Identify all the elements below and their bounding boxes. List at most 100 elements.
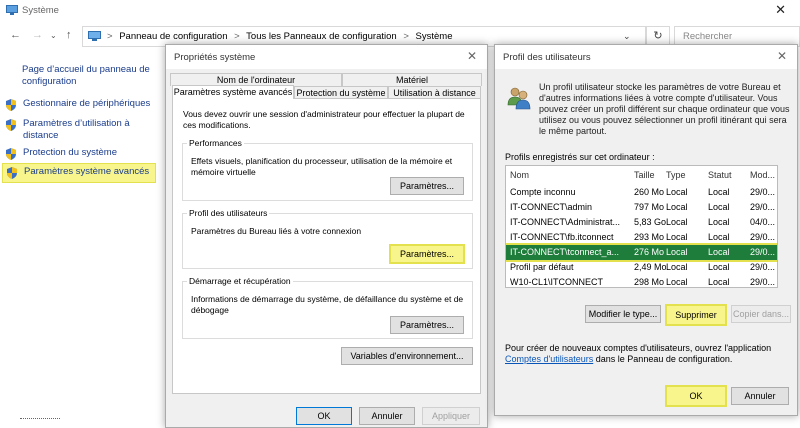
window-close-icon[interactable]: ✕: [775, 2, 786, 18]
profile-name-cell: IT-CONNECT\tconnect_a...: [510, 247, 620, 257]
profile-status-cell: Local: [708, 217, 730, 227]
column-header-status[interactable]: Statut: [708, 168, 732, 183]
advanced-tab-panel: Vous devez ouvrir une session d'administ…: [172, 98, 481, 394]
profile-modified-cell: 04/0...: [750, 217, 776, 227]
control-panel-home-link[interactable]: Page d’accueil du panneau de configurati…: [22, 64, 152, 88]
profile-status-cell: Local: [708, 187, 730, 197]
footer-text-start: Pour créer de nouveaux comptes d'utilisa…: [505, 343, 772, 353]
up-arrow-icon[interactable]: ↑: [66, 29, 72, 41]
system-app-icon: [6, 5, 18, 15]
breadcrumb-item-system[interactable]: Système: [416, 31, 453, 42]
profile-name-cell: W10-CL1\ITCONNECT: [510, 277, 604, 287]
profile-size-cell: 5,83 Go: [634, 217, 666, 227]
column-header-type[interactable]: Type: [666, 168, 686, 183]
startup-recovery-group: Démarrage et récupération Informations d…: [182, 276, 473, 339]
left-nav-pane: Page d’accueil du panneau de configurati…: [0, 50, 162, 428]
profile-name-cell: IT-CONNECT\fb.itconnect: [510, 232, 614, 242]
dialog-title-bar: Profil des utilisateurs ✕: [495, 45, 797, 69]
profiles-listview[interactable]: Nom Taille Type Statut Mod... Compte inc…: [505, 165, 778, 288]
tab-hardware[interactable]: Matériel: [342, 73, 482, 86]
profile-name-cell: Compte inconnu: [510, 187, 576, 197]
users-icon: [507, 87, 531, 110]
group-label: Démarrage et récupération: [187, 276, 293, 286]
profile-row[interactable]: Compte inconnu 260 Mo Local Local 29/0...: [506, 185, 777, 200]
profile-size-cell: 298 Mo: [634, 277, 665, 287]
apply-button[interactable]: Appliquer: [422, 407, 480, 425]
ok-button[interactable]: OK: [296, 407, 352, 425]
column-header-name[interactable]: Nom: [510, 168, 529, 183]
close-icon[interactable]: ✕: [467, 49, 477, 63]
profile-type-cell: Local: [666, 247, 688, 257]
admin-notice: Vous devez ouvrir une session d'administ…: [183, 109, 465, 130]
profile-row[interactable]: IT-CONNECT\admin 797 Mo Local Local 29/0...: [506, 200, 777, 215]
user-profiles-settings-button[interactable]: Paramètres...: [389, 244, 465, 264]
user-accounts-link[interactable]: Comptes d'utilisateurs: [505, 354, 593, 364]
group-description: Effets visuels, planification du process…: [191, 156, 453, 177]
address-dropdown-icon[interactable]: ⌄: [623, 31, 631, 42]
dialog-title-bar: Propriétés système ✕: [166, 45, 487, 69]
dialog-title: Profil des utilisateurs: [503, 52, 591, 63]
user-profiles-dialog: Profil des utilisateurs ✕ Un profil util…: [494, 44, 798, 416]
profile-row[interactable]: W10-CL1\ITCONNECT 298 Mo Local Local 29/0...: [506, 275, 777, 287]
sidebar-item-advanced-settings[interactable]: Paramètres système avancés: [2, 163, 157, 183]
cancel-button[interactable]: Annuler: [731, 387, 789, 405]
close-icon[interactable]: ✕: [777, 49, 787, 63]
footer-text-end: dans le Panneau de configuration.: [595, 354, 733, 364]
profile-modified-cell: 29/0...: [750, 187, 776, 197]
profile-status-cell: Local: [708, 262, 730, 272]
profile-row[interactable]: IT-CONNECT\Administrat... 5,83 Go Local Loc…: [506, 215, 777, 230]
profile-status-cell: Local: [708, 202, 730, 212]
delete-profile-button[interactable]: Supprimer: [665, 304, 727, 326]
system-properties-dialog: Propriétés système ✕ Nom de l'ordinateur…: [165, 44, 488, 428]
recent-dropdown-icon[interactable]: ⌄: [50, 31, 57, 40]
startup-settings-button[interactable]: Paramètres...: [390, 316, 464, 334]
breadcrumb-item-all-panels[interactable]: Tous les Panneaux de configuration: [246, 31, 397, 42]
shield-icon: [6, 148, 16, 160]
profile-size-cell: 2,49 Mo: [634, 262, 666, 272]
breadcrumb-item-control-panel[interactable]: Panneau de configuration: [119, 31, 227, 42]
group-description: Paramètres du Bureau liés à votre connex…: [191, 226, 362, 236]
back-arrow-icon[interactable]: ←: [10, 29, 21, 41]
sidebar-item-system-protection[interactable]: Protection du système: [4, 147, 117, 161]
column-header-modified[interactable]: Mod...: [750, 168, 775, 183]
dialog-title: Propriétés système: [174, 52, 256, 63]
profile-status-cell: Local: [708, 277, 730, 287]
sidebar-item-device-manager[interactable]: Gestionnaire de périphériques: [4, 98, 150, 112]
copy-to-button[interactable]: Copier dans...: [731, 305, 791, 323]
breadcrumb-separator-icon: >: [107, 31, 113, 42]
performance-settings-button[interactable]: Paramètres...: [390, 177, 464, 195]
profiles-footer: Pour créer de nouveaux comptes d'utilisa…: [505, 343, 790, 365]
profile-status-cell: Local: [708, 232, 730, 242]
modify-type-button[interactable]: Modifier le type...: [585, 305, 661, 323]
group-label: Performances: [187, 138, 244, 148]
shield-icon: [7, 167, 17, 179]
profile-row[interactable]: Profil par défaut 2,49 Mo Local Local 29/0..…: [506, 260, 777, 275]
profile-size-cell: 260 Mo: [634, 187, 665, 197]
profile-type-cell: Local: [666, 262, 688, 272]
profile-name-cell: IT-CONNECT\Administrat...: [510, 217, 621, 227]
profile-name-cell: Profil par défaut: [510, 262, 574, 272]
profile-size-cell: 276 Mo: [634, 247, 665, 257]
user-profiles-group: Profil des utilisateurs Paramètres du Bu…: [182, 208, 473, 269]
profile-type-cell: Local: [666, 277, 688, 287]
forward-arrow-icon[interactable]: →: [32, 29, 43, 41]
ok-button[interactable]: OK: [665, 385, 727, 407]
profile-size-cell: 797 Mo: [634, 202, 665, 212]
group-label: Profil des utilisateurs: [187, 208, 270, 218]
sidebar-item-label: Paramètres système avancés: [24, 166, 150, 177]
sidebar-item-remote-settings[interactable]: Paramètres d’utilisation à distance: [4, 118, 154, 142]
cancel-button[interactable]: Annuler: [359, 407, 415, 425]
tab-advanced[interactable]: Paramètres système avancés: [172, 85, 294, 99]
window-title-bar: Système ✕: [0, 0, 800, 22]
environment-variables-button[interactable]: Variables d'environnement...: [341, 347, 473, 365]
column-header-size[interactable]: Taille: [634, 168, 655, 183]
shield-icon: [6, 99, 16, 111]
sidebar-item-label: Protection du système: [23, 147, 117, 158]
sidebar-item-label: Gestionnaire de périphériques: [23, 98, 151, 109]
profile-row[interactable]: IT-CONNECT\fb.itconnect 293 Mo Local Local 2…: [506, 230, 777, 245]
profile-type-cell: Local: [666, 217, 688, 227]
shield-icon: [6, 119, 16, 131]
truncated-link: [20, 418, 60, 428]
profile-row[interactable]: IT-CONNECT\tconnect_a... 276 Mo Local Local…: [506, 243, 777, 262]
performance-group: Performances Effets visuels, planificati…: [182, 138, 473, 201]
